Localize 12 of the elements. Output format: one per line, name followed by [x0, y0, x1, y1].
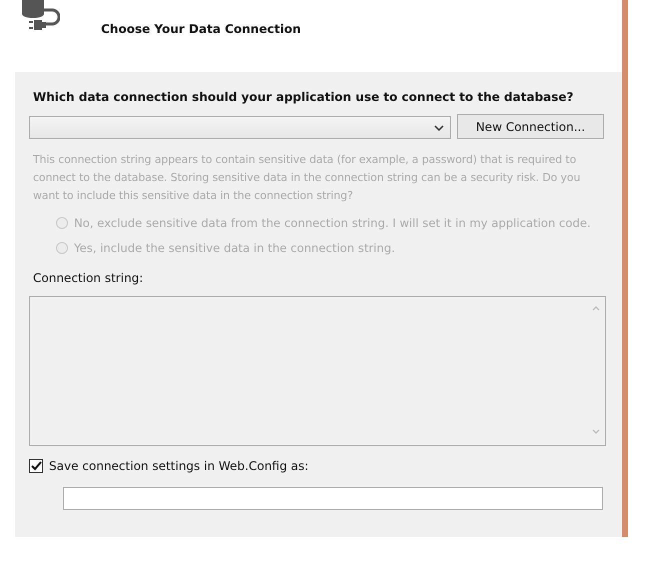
connection-name-field[interactable] [63, 487, 603, 510]
new-connection-button[interactable]: New Connection... [457, 114, 604, 139]
caret-icon [434, 124, 444, 130]
save-checkbox[interactable] [29, 459, 43, 473]
radio-label: No, exclude sensitive data from the connection string. I will set it in my application code. [74, 216, 591, 230]
radio-label: Yes, include the sensitive data in the connection string. [74, 241, 396, 255]
connection-dropdown[interactable] [29, 116, 451, 139]
save-checkbox-label: Save connection settings in Web.Config as: [49, 459, 309, 473]
sensitive-data-notice: This connection string appears to contain sensitive data (for example, a password) that is required to connect to the database. Storing sensitive data in the connection string can be a security risk. Do you want to include this sensitive data in the connection string? [33, 152, 582, 204]
question-label: Which data connection should your application use to connect to the database? [33, 90, 574, 104]
connection-string-label: Connection string: [33, 271, 144, 285]
page-title: Choose Your Data Connection [101, 22, 301, 36]
